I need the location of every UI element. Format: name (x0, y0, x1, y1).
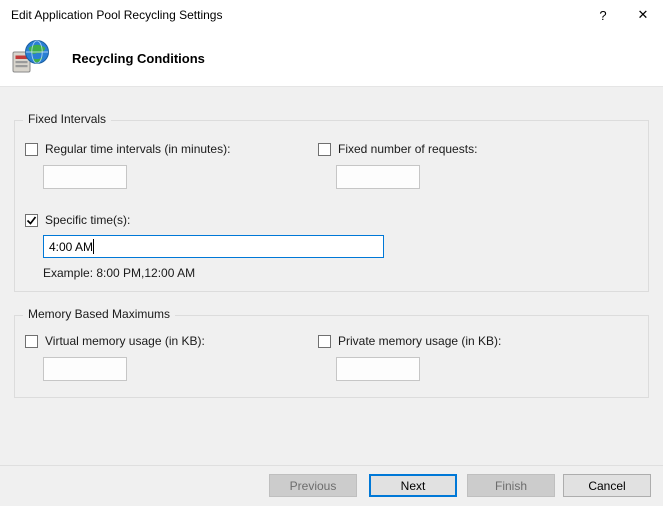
regular-time-intervals-check-row[interactable]: Regular time intervals (in minutes): (25, 142, 230, 156)
text-cursor (93, 239, 94, 254)
virtual-memory-check-row[interactable]: Virtual memory usage (in KB): (25, 334, 205, 348)
private-memory-checkbox[interactable] (318, 335, 331, 348)
titlebar-buttons: ? ✕ (583, 0, 663, 30)
fixed-intervals-group-label: Fixed Intervals (23, 112, 111, 126)
edit-application-pool-recycling-settings-dialog: Edit Application Pool Recycling Settings… (0, 0, 663, 506)
private-memory-label: Private memory usage (in KB): (338, 334, 501, 348)
fixed-number-requests-checkbox[interactable] (318, 143, 331, 156)
virtual-memory-checkbox[interactable] (25, 335, 38, 348)
fixed-number-requests-check-row[interactable]: Fixed number of requests: (318, 142, 477, 156)
wizard-header: Recycling Conditions (0, 30, 663, 87)
window-title: Edit Application Pool Recycling Settings (0, 8, 222, 22)
private-memory-check-row[interactable]: Private memory usage (in KB): (318, 334, 501, 348)
specific-times-example: Example: 8:00 PM,12:00 AM (43, 266, 195, 280)
finish-button[interactable]: Finish (467, 474, 555, 497)
regular-time-intervals-label: Regular time intervals (in minutes): (45, 142, 230, 156)
help-icon: ? (599, 8, 606, 23)
memory-based-maximums-group-label: Memory Based Maximums (23, 307, 175, 321)
close-button[interactable]: ✕ (623, 0, 663, 30)
regular-time-intervals-checkbox[interactable] (25, 143, 38, 156)
specific-times-checkbox[interactable] (25, 214, 38, 227)
regular-time-intervals-input[interactable] (43, 165, 127, 189)
specific-times-label: Specific time(s): (45, 213, 130, 227)
specific-times-check-row[interactable]: Specific time(s): (25, 213, 130, 227)
specific-times-input[interactable] (43, 235, 384, 258)
page-title: Recycling Conditions (72, 51, 205, 66)
cancel-button[interactable]: Cancel (563, 474, 651, 497)
next-button[interactable]: Next (369, 474, 457, 497)
titlebar: Edit Application Pool Recycling Settings… (0, 0, 663, 30)
close-icon: ✕ (638, 7, 649, 23)
memory-based-maximums-group: Memory Based Maximums Virtual memory usa… (14, 315, 649, 398)
fixed-intervals-group: Fixed Intervals Regular time intervals (… (14, 120, 649, 292)
previous-button[interactable]: Previous (269, 474, 357, 497)
private-memory-input[interactable] (336, 357, 420, 381)
virtual-memory-label: Virtual memory usage (in KB): (45, 334, 205, 348)
fixed-number-requests-input[interactable] (336, 165, 420, 189)
recycling-conditions-icon (12, 39, 50, 77)
help-button[interactable]: ? (583, 0, 623, 30)
fixed-number-requests-label: Fixed number of requests: (338, 142, 477, 156)
footer-divider (0, 465, 663, 466)
checkmark-icon (26, 215, 37, 226)
virtual-memory-input[interactable] (43, 357, 127, 381)
specific-times-input-wrap (43, 235, 384, 258)
